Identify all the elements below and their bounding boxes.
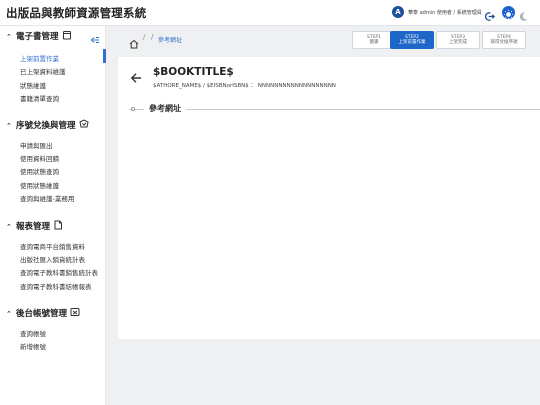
sidebar-item-add-account[interactable]: 新增帳號 (20, 341, 46, 351)
sidebar-item-shelved-maintenance[interactable]: 已上架資料維護 (20, 66, 66, 76)
section-dot (131, 107, 135, 111)
sidebar-item-usage-status-maintenance[interactable]: 使用狀態維護 (20, 180, 59, 190)
chevron-up-icon[interactable]: ⌃ (6, 310, 13, 318)
chevron-up-icon[interactable]: ⌃ (6, 33, 13, 41)
breadcrumb-separator: / (151, 33, 154, 41)
collapse-sidebar-icon[interactable] (90, 30, 100, 44)
moon-icon[interactable] (518, 7, 529, 21)
user-label[interactable]: 華泰 admin 使用者 / 系統管理員 (408, 9, 482, 16)
top-bar: 出版品與教師資源管理系統 A 華泰 admin 使用者 / 系統管理員 (0, 0, 540, 26)
sidebar: ⌃ 電子書管理 上架前置作業 已上架資料維護 狀態維護 書籍清單查詢 ⌃ 序號兌換與… (0, 26, 106, 405)
sidebar-item-usage-feedback[interactable]: 使用資料回饋 (20, 153, 59, 163)
content-card: $BOOKTITLE$ $ATHORE_NAME$ / $EISBNorISBN… (118, 57, 540, 339)
ticket-icon (78, 119, 89, 129)
book-title: $BOOKTITLE$ (153, 66, 234, 78)
sidebar-item-apply-export[interactable]: 申請與匯出 (20, 140, 53, 150)
section-ebook-management[interactable]: ⌃ 電子書管理 (6, 30, 72, 42)
section-account-management[interactable]: ⌃ 後台帳號管理 (6, 307, 80, 319)
back-arrow-icon[interactable] (130, 69, 142, 83)
book-meta: $ATHORE_NAME$ / $EISBNorISBN$ ： NNNNNNNN… (153, 83, 336, 89)
account-icon (70, 307, 80, 317)
breadcrumb-current: 參考網址 (158, 37, 183, 44)
sidebar-item-etextbook-billing[interactable]: 查詢電子教科書結帳報表 (20, 281, 92, 291)
logout-icon[interactable] (484, 7, 495, 21)
sidebar-item-pre-shelf[interactable]: 上架前置作業 (20, 53, 59, 63)
sidebar-item-publisher-sales-import[interactable]: 出版社匯入銷貨統計表 (20, 254, 85, 264)
section-report-management[interactable]: ⌃ 報表管理 (6, 220, 63, 232)
breadcrumb-separator: / (143, 33, 146, 41)
section-divider (129, 109, 540, 110)
step-label: 圖書 (369, 40, 379, 45)
chevron-up-icon[interactable]: ⌃ (6, 223, 13, 231)
active-indicator (103, 49, 106, 63)
home-icon[interactable] (129, 34, 139, 49)
step-label: 上架完成 (449, 40, 467, 45)
section-title: 報表管理 (16, 222, 51, 232)
app-title: 出版品與教師資源管理系統 (6, 6, 147, 20)
ebook-icon (62, 30, 72, 40)
sidebar-item-ecommerce-sales[interactable]: 查詢電商平台銷售資料 (20, 241, 85, 251)
step-label: 取得兌換序號 (490, 40, 518, 45)
step-4[interactable]: STEP4 取得兌換序號 (482, 31, 526, 49)
sidebar-item-query-account[interactable]: 查詢帳號 (20, 328, 46, 338)
sidebar-item-usage-status-query[interactable]: 使用狀態查詢 (20, 166, 59, 176)
step-2[interactable]: STEP2 上架前置作業 (390, 31, 434, 49)
section-title: 後台帳號管理 (16, 309, 68, 319)
section-title: 序號兌換與管理 (16, 121, 76, 131)
step-3[interactable]: STEP3 上架完成 (436, 31, 480, 49)
sidebar-item-book-list[interactable]: 書籍清單查詢 (20, 93, 59, 103)
sidebar-item-status-maintenance[interactable]: 狀態維護 (20, 80, 46, 90)
section-title: 電子書管理 (16, 32, 59, 42)
report-icon (53, 220, 63, 230)
chevron-up-icon[interactable]: ⌃ (6, 122, 13, 130)
sidebar-item-query-maintenance-sales[interactable]: 查詢與維護-業務用 (20, 193, 74, 203)
theme-toggle[interactable] (502, 6, 530, 21)
user-avatar[interactable]: A (392, 6, 404, 18)
section-serial-management[interactable]: ⌃ 序號兌換與管理 (6, 119, 89, 131)
sidebar-item-etextbook-sales-stats[interactable]: 查詢電子教科書銷售統計表 (20, 267, 98, 277)
sun-icon[interactable] (502, 6, 515, 20)
section-title-reference-url: 參考網址 (144, 103, 186, 114)
step-label: 上架前置作業 (398, 40, 426, 45)
